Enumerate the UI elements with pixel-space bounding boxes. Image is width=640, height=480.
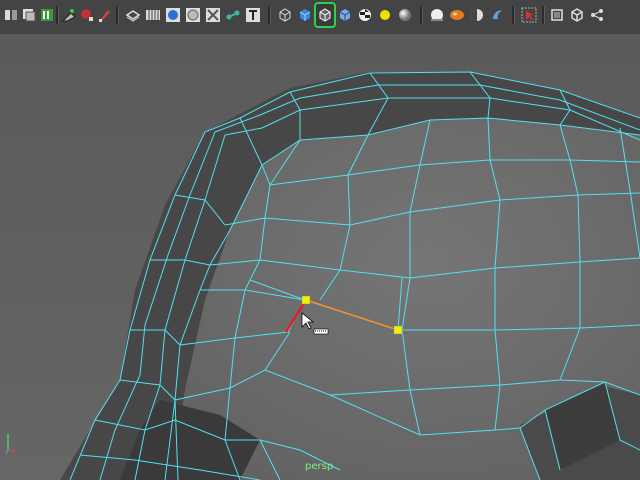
- isolate-select-icon[interactable]: [488, 4, 506, 26]
- toolbar-strip: [0, 2, 640, 30]
- toolbar-separator: [56, 6, 59, 24]
- toolbar-separator: [268, 6, 271, 24]
- skull-mesh: [0, 34, 640, 480]
- xray-icon[interactable]: [204, 4, 222, 26]
- select-by-component-icon[interactable]: [38, 4, 56, 26]
- snap-magnet-icon[interactable]: [78, 4, 96, 26]
- joints-icon[interactable]: [224, 4, 242, 26]
- cube-wire-icon[interactable]: [276, 4, 294, 26]
- hud-toggle-icon[interactable]: [548, 4, 566, 26]
- select-by-hierarchy-icon[interactable]: [2, 4, 20, 26]
- light-bulb-icon[interactable]: [376, 4, 394, 26]
- cube-textured-icon[interactable]: [336, 4, 354, 26]
- grid-toggle-icon[interactable]: [144, 4, 162, 26]
- text-tool-icon[interactable]: [244, 4, 262, 26]
- lock-selection-icon[interactable]: [60, 4, 78, 26]
- sphere-shade-icon[interactable]: [396, 4, 414, 26]
- toolbar-separator: [512, 6, 515, 24]
- wireframe-shade-icon[interactable]: [124, 4, 142, 26]
- material-ball-icon[interactable]: [448, 4, 466, 26]
- perspective-viewport[interactable]: persp: [0, 34, 640, 480]
- toolbar-separator: [420, 6, 423, 24]
- select-by-object-icon[interactable]: [20, 4, 38, 26]
- paint-tool-icon[interactable]: [96, 4, 114, 26]
- checker-texture-icon[interactable]: [356, 4, 374, 26]
- cube-wire-on-shaded-icon[interactable]: [314, 2, 336, 28]
- cube-shaded-icon[interactable]: [296, 4, 314, 26]
- selected-vertex-a: [301, 295, 311, 305]
- sphere-highlight-icon[interactable]: [428, 4, 446, 26]
- cursor-select-icon[interactable]: [520, 4, 538, 26]
- half-shade-icon[interactable]: [468, 4, 486, 26]
- toolbar-separator: [542, 6, 545, 24]
- camera-label: persp: [305, 461, 334, 472]
- smooth-shade-icon[interactable]: [164, 4, 182, 26]
- selected-vertex-b: [393, 325, 403, 335]
- flat-shade-icon[interactable]: [184, 4, 202, 26]
- status-toolbar: [0, 0, 640, 35]
- cube-frame-icon[interactable]: [568, 4, 586, 26]
- toolbar-separator: [116, 6, 119, 24]
- share-nodes-icon[interactable]: [588, 4, 606, 26]
